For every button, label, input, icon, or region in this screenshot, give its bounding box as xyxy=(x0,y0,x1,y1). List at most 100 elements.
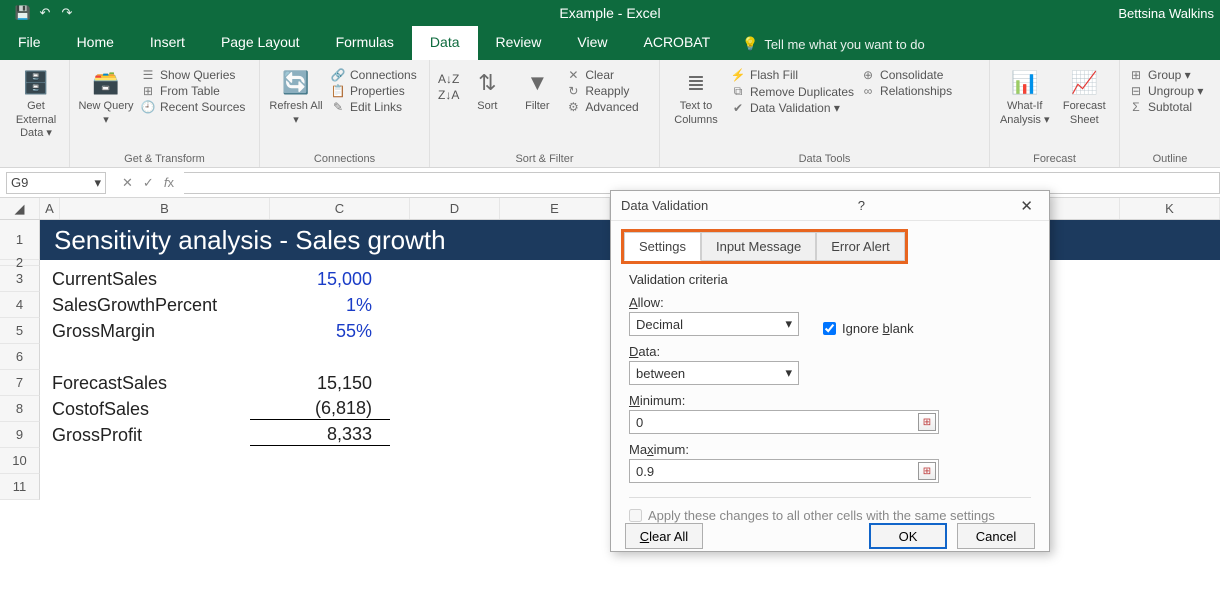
group-label-sort-filter: Sort & Filter xyxy=(430,153,659,165)
cell-c3[interactable]: 15,000 xyxy=(250,269,390,290)
tab-file[interactable]: File xyxy=(0,26,59,60)
properties-icon: 📋 xyxy=(330,84,346,98)
close-icon[interactable]: ✕ xyxy=(1014,197,1039,215)
col-c[interactable]: C xyxy=(270,198,410,219)
subtotal-button[interactable]: ΣSubtotal xyxy=(1128,100,1212,114)
tab-review[interactable]: Review xyxy=(478,26,560,60)
allow-select[interactable]: Decimal▾ xyxy=(629,312,799,336)
data-validation-button[interactable]: ✔Data Validation ▾ xyxy=(730,101,854,115)
cell-b4[interactable]: SalesGrowthPercent xyxy=(40,295,250,316)
tab-home[interactable]: Home xyxy=(59,26,132,60)
tab-view[interactable]: View xyxy=(559,26,625,60)
tab-error-alert[interactable]: Error Alert xyxy=(816,232,905,261)
row-6[interactable]: 6 xyxy=(0,344,40,370)
help-icon[interactable]: ? xyxy=(848,198,875,213)
cell-c4[interactable]: 1% xyxy=(250,295,390,316)
sort-za-button[interactable]: Z↓A xyxy=(438,88,459,102)
save-icon[interactable]: 💾 xyxy=(14,5,32,21)
tab-input-message[interactable]: Input Message xyxy=(701,232,816,261)
filter-button[interactable]: ▼Filter xyxy=(515,64,559,114)
col-d[interactable]: D xyxy=(410,198,500,219)
cancel-button[interactable]: Cancel xyxy=(957,523,1035,549)
range-picker-icon[interactable]: ⊞ xyxy=(918,413,936,431)
maximum-label: Maximum:Maximum: xyxy=(629,442,1031,457)
row-10[interactable]: 10 xyxy=(0,448,40,474)
cancel-formula-icon[interactable]: ✕ xyxy=(122,175,133,191)
ok-button[interactable]: OK xyxy=(869,523,947,549)
ungroup-button[interactable]: ⊟Ungroup ▾ xyxy=(1128,84,1212,98)
refresh-icon: 🔄 xyxy=(268,70,324,96)
cell-c5[interactable]: 55% xyxy=(250,321,390,342)
new-query-button[interactable]: 🗃️New Query ▾ xyxy=(78,64,134,127)
what-if-button[interactable]: 📊What-If Analysis ▾ xyxy=(998,64,1052,127)
tab-page-layout[interactable]: Page Layout xyxy=(203,26,318,60)
flash-fill-button[interactable]: ⚡Flash Fill xyxy=(730,68,854,82)
row-8[interactable]: 8 xyxy=(0,396,40,422)
col-a[interactable]: A xyxy=(40,198,60,219)
connections-button[interactable]: 🔗Connections xyxy=(330,68,417,82)
name-box[interactable]: G9▾ xyxy=(6,172,106,194)
col-e[interactable]: E xyxy=(500,198,610,219)
dialog-title: Data Validation xyxy=(621,198,708,213)
reapply-button[interactable]: ↻Reapply xyxy=(565,84,638,98)
whatif-icon: 📊 xyxy=(998,70,1052,96)
row-4[interactable]: 4 xyxy=(0,292,40,318)
properties-button[interactable]: 📋Properties xyxy=(330,84,417,98)
clear-filter-button[interactable]: ✕Clear xyxy=(565,68,638,82)
minimum-label: Minimum:Minimum: xyxy=(629,393,1031,408)
group-label-data-tools: Data Tools xyxy=(660,153,989,165)
recent-sources-button[interactable]: 🕘Recent Sources xyxy=(140,100,245,114)
cell-b9[interactable]: GrossProfit xyxy=(40,425,250,446)
cell-b7[interactable]: ForecastSales xyxy=(40,373,250,394)
forecast-sheet-button[interactable]: 📈Forecast Sheet xyxy=(1058,64,1112,127)
accept-formula-icon[interactable]: ✓ xyxy=(143,175,154,191)
fx-icon[interactable]: fx xyxy=(164,175,174,191)
row-9[interactable]: 9 xyxy=(0,422,40,448)
sort-az-button[interactable]: A↓Z xyxy=(438,72,459,86)
from-table-button[interactable]: ⊞From Table xyxy=(140,84,245,98)
refresh-all-button[interactable]: 🔄Refresh All ▾ xyxy=(268,64,324,127)
maximum-input[interactable]: 0.9⊞ xyxy=(629,459,939,483)
get-external-data-button[interactable]: 🗄️Get External Data ▾ xyxy=(8,64,64,140)
tab-insert[interactable]: Insert xyxy=(132,26,203,60)
relationships-button[interactable]: ∞Relationships xyxy=(860,84,952,98)
minimum-input[interactable]: 0⊞ xyxy=(629,410,939,434)
consolidate-button[interactable]: ⊕Consolidate xyxy=(860,68,952,82)
show-queries-button[interactable]: ☰Show Queries xyxy=(140,68,245,82)
tab-acrobat[interactable]: ACROBAT xyxy=(626,26,729,60)
range-picker-icon[interactable]: ⊞ xyxy=(918,462,936,480)
cell-b8[interactable]: CostofSales xyxy=(40,399,250,420)
data-select[interactable]: between▾ xyxy=(629,361,799,385)
tab-settings[interactable]: Settings xyxy=(624,232,701,261)
row-5[interactable]: 5 xyxy=(0,318,40,344)
row-1[interactable]: 1 xyxy=(0,220,40,260)
clear-all-button[interactable]: Clear AllClear All xyxy=(625,523,703,549)
cell-c9[interactable]: 8,333 xyxy=(250,424,390,446)
cell-b3[interactable]: CurrentSales xyxy=(40,269,250,290)
tell-me-search[interactable]: 💡 Tell me what you want to do xyxy=(728,28,939,60)
ignore-blank-checkbox[interactable] xyxy=(823,322,836,335)
apply-all-label: Apply these changes to all other cells w… xyxy=(648,508,995,523)
remove-duplicates-button[interactable]: ⧉Remove Duplicates xyxy=(730,84,854,99)
undo-icon[interactable]: ↶ xyxy=(36,5,54,21)
chevron-down-icon[interactable]: ▾ xyxy=(94,175,101,191)
validation-icon: ✔ xyxy=(730,101,746,115)
user-name[interactable]: Bettsina Walkins xyxy=(1118,6,1220,21)
cell-c8[interactable]: (6,818) xyxy=(250,398,390,420)
col-b[interactable]: B xyxy=(60,198,270,219)
row-11[interactable]: 11 xyxy=(0,474,40,500)
tab-formulas[interactable]: Formulas xyxy=(318,26,412,60)
redo-icon[interactable]: ↷ xyxy=(58,5,76,21)
cell-b5[interactable]: GrossMargin xyxy=(40,321,250,342)
cell-c7[interactable]: 15,150 xyxy=(250,373,390,394)
group-button[interactable]: ⊞Group ▾ xyxy=(1128,68,1212,82)
sort-button[interactable]: ⇅Sort xyxy=(465,64,509,114)
text-to-columns-button[interactable]: ≣Text to Columns xyxy=(668,64,724,127)
row-7[interactable]: 7 xyxy=(0,370,40,396)
clear-icon: ✕ xyxy=(565,68,581,82)
advanced-filter-button[interactable]: ⚙Advanced xyxy=(565,100,638,114)
edit-links-button[interactable]: ✎Edit Links xyxy=(330,100,417,114)
tab-data[interactable]: Data xyxy=(412,26,478,60)
select-all-corner[interactable]: ◢ xyxy=(0,198,40,219)
col-k[interactable]: K xyxy=(1120,198,1220,219)
